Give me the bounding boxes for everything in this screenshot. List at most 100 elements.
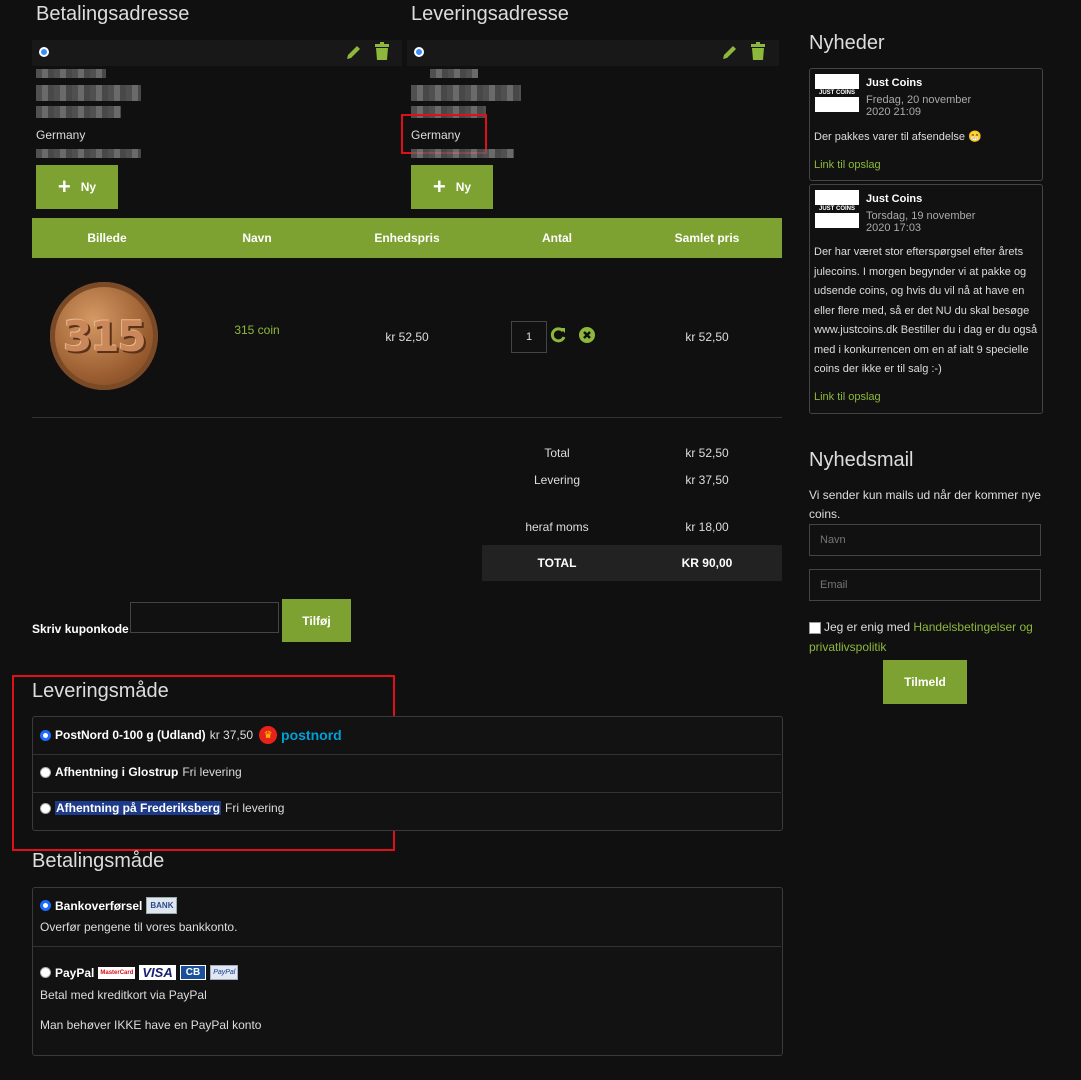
payment-option-name: Bankoverførsel: [55, 898, 143, 913]
total-label: Total: [544, 446, 570, 460]
postnord-lion-icon: ♛: [259, 726, 278, 744]
just-coins-logo: JUST COINS: [815, 190, 859, 228]
payment-option-desc: Betal med kreditkort via PayPal: [40, 988, 207, 1002]
terms-text: Jeg er enig med: [824, 620, 914, 634]
news-date: Torsdag, 19 november: [866, 210, 976, 222]
shipping-new-label: Ny: [455, 180, 472, 194]
grand-total-label: TOTAL: [537, 556, 577, 570]
delivery-option-frederiksberg[interactable]: Afhentning på Frederiksberg Fri levering: [40, 801, 284, 815]
terms-agreement: Jeg er enig med Handelsbetingelser og pr…: [809, 617, 1045, 657]
grand-total-row: TOTAL KR 90,00: [482, 545, 782, 581]
billing-new-button[interactable]: + Ny: [36, 165, 118, 209]
payment-option-name: PayPal: [55, 965, 95, 980]
delivery-radio-postnord[interactable]: [40, 729, 51, 741]
col-header-name: Navn: [242, 231, 272, 245]
news-title: Nyheder: [809, 32, 885, 54]
terms-checkbox[interactable]: [809, 621, 821, 634]
payment-option-note: Man behøver IKKE have en PayPal konto: [40, 1018, 262, 1032]
coupon-input[interactable]: [130, 602, 279, 633]
delivery-option-price: kr 37,50: [209, 728, 254, 742]
delivery-radio-glostrup[interactable]: [40, 766, 51, 778]
newsletter-name-input[interactable]: [809, 524, 1041, 556]
newsletter-title: Nyhedsmail: [809, 449, 914, 471]
refresh-icon[interactable]: [549, 326, 567, 344]
news-text: Der har været stor efterspørgsel efter å…: [814, 246, 1038, 375]
remove-icon[interactable]: [579, 327, 595, 343]
newsletter-email-input[interactable]: [809, 569, 1041, 601]
quantity-input[interactable]: [511, 321, 547, 353]
cb-icon: CB: [179, 965, 207, 980]
news-time: 2020 21:09: [866, 106, 922, 118]
delivery-option-name: PostNord 0-100 g (Udland): [55, 728, 206, 742]
shipping-country: Germany: [411, 128, 461, 142]
blurred-phone: [411, 149, 514, 158]
col-header-unit-price: Enhedspris: [374, 231, 440, 245]
delivery-option-glostrup[interactable]: Afhentning i Glostrup Fri levering: [40, 765, 242, 779]
delivery-label: Levering: [533, 473, 581, 487]
coin-image: 315: [50, 282, 158, 390]
delivery-option-name: Afhentning på Frederiksberg: [55, 801, 222, 815]
plus-icon: +: [57, 174, 71, 199]
divider: [33, 754, 781, 755]
newsletter-desc: Vi sender kun mails ud når der kommer ny…: [809, 488, 1041, 521]
delivery-option-price: Fri levering: [182, 765, 242, 779]
bank-badge-icon: BANK: [146, 897, 178, 914]
edit-icon[interactable]: [345, 43, 363, 61]
blurred-name: [36, 69, 106, 78]
news-link[interactable]: Link til opslag: [814, 391, 881, 403]
blurred-phone: [36, 149, 141, 158]
billing-new-label: Ny: [80, 180, 97, 194]
news-text: Der pakkes varer til afsendelse 😁: [814, 131, 982, 143]
news-link[interactable]: Link til opslag: [814, 159, 881, 171]
logo-text: JUST COINS: [815, 205, 859, 213]
blurred-city: [36, 106, 121, 118]
vat-label: heraf moms: [525, 520, 589, 534]
shipping-address-radio[interactable]: [414, 47, 424, 57]
delivery-option-name: Afhentning i Glostrup: [55, 765, 179, 779]
delivery-title: Leveringsmåde: [32, 680, 169, 702]
subscribe-button[interactable]: Tilmeld: [883, 660, 967, 704]
coupon-apply-button[interactable]: Tilføj: [282, 599, 351, 642]
just-coins-logo: JUST COINS: [815, 74, 859, 112]
line-total: kr 52,50: [685, 330, 729, 344]
payment-option-paypal[interactable]: PayPal MasterCard VISA CB PayPal: [40, 965, 239, 980]
billing-address-radio[interactable]: [39, 47, 49, 57]
mastercard-icon: MasterCard: [98, 966, 136, 979]
visa-icon: VISA: [139, 965, 176, 980]
vat-value: kr 18,00: [685, 520, 729, 534]
logo-text: JUST COINS: [815, 89, 859, 97]
coin-image-text: 315: [63, 311, 147, 361]
postnord-logo: postnord: [281, 727, 342, 743]
payment-option-bank[interactable]: Bankoverførsel BANK: [40, 897, 178, 914]
blurred-street: [411, 85, 521, 101]
divider: [32, 417, 782, 418]
news-post: JUST COINS Just Coins Fredag, 20 novembe…: [809, 68, 1043, 181]
cart-table-header: Billede Navn Enhedspris Antal Samlet pri…: [32, 218, 782, 258]
shipping-title: Leveringsadresse: [411, 3, 569, 25]
blurred-name: [430, 69, 478, 78]
divider: [33, 792, 781, 793]
delivery-radio-frederiksberg[interactable]: [40, 802, 51, 814]
news-date: Fredag, 20 november: [866, 94, 972, 106]
payment-radio-paypal[interactable]: [40, 967, 51, 978]
trash-icon[interactable]: [750, 42, 766, 60]
edit-icon[interactable]: [721, 43, 739, 61]
grand-total-value: KR 90,00: [681, 556, 733, 570]
news-author: Just Coins: [866, 193, 923, 205]
divider: [33, 946, 781, 947]
payment-option-desc: Overfør pengene til vores bankkonto.: [40, 920, 238, 934]
col-header-image: Billede: [87, 231, 127, 245]
trash-icon[interactable]: [374, 42, 390, 60]
news-post: JUST COINS Just Coins Torsdag, 19 novemb…: [809, 184, 1043, 414]
news-author: Just Coins: [866, 77, 923, 89]
shipping-new-button[interactable]: + Ny: [411, 165, 493, 209]
plus-icon: +: [432, 174, 446, 199]
billing-title: Betalingsadresse: [36, 3, 190, 25]
product-name-link[interactable]: 315 coin: [182, 323, 332, 337]
total-value: kr 52,50: [685, 446, 729, 460]
payment-title: Betalingsmåde: [32, 850, 165, 872]
news-time: 2020 17:03: [866, 222, 922, 234]
delivery-option-postnord[interactable]: PostNord 0-100 g (Udland) kr 37,50 ♛ pos…: [40, 726, 342, 744]
payment-radio-bank[interactable]: [40, 900, 51, 911]
unit-price: kr 52,50: [385, 330, 429, 344]
